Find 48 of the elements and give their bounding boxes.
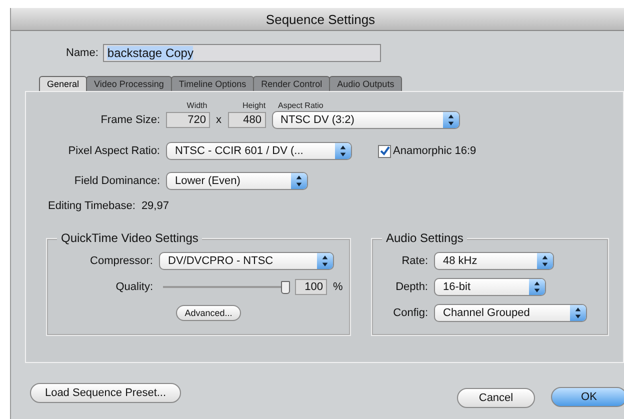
name-label: Name:: [66, 47, 98, 59]
group-title: QuickTime Video Settings: [57, 231, 202, 245]
audio-setting-popup[interactable]: 16-bit: [434, 278, 546, 296]
load-preset-button[interactable]: Load Sequence Preset...: [30, 383, 181, 403]
stepper-icon: [570, 305, 586, 321]
tab[interactable]: Audio Outputs: [329, 76, 402, 91]
tab[interactable]: Timeline Options: [170, 76, 254, 91]
times-sign: x: [216, 114, 222, 126]
frame-size-label: Frame Size:: [100, 114, 160, 126]
anamorphic-checkbox[interactable]: [378, 144, 391, 158]
audio-setting-label: Rate:: [400, 255, 428, 267]
field-dominance-popup[interactable]: Lower (Even): [166, 172, 308, 190]
height-field[interactable]: 480: [228, 112, 266, 128]
width-caption: Width: [186, 101, 208, 110]
window-title: Sequence Settings: [11, 8, 624, 31]
cancel-button[interactable]: Cancel: [457, 388, 535, 408]
audio-setting-label: Config:: [392, 307, 428, 319]
ok-button[interactable]: OK: [551, 387, 624, 407]
percent-sign: %: [333, 281, 343, 293]
stepper-icon: [537, 253, 553, 269]
width-field[interactable]: 720: [166, 112, 210, 128]
tab[interactable]: General: [39, 76, 88, 91]
advanced-button[interactable]: Advanced...: [176, 305, 242, 321]
audio-setting-popup[interactable]: 48 kHz: [434, 252, 554, 270]
anamorphic-label: Anamorphic 16:9: [393, 145, 476, 157]
quality-field[interactable]: 100: [295, 279, 327, 295]
height-caption: Height: [241, 101, 267, 110]
pixel-aspect-popup[interactable]: NTSC - CCIR 601 / DV (...: [166, 142, 352, 160]
compressor-label: Compressor:: [89, 255, 153, 267]
quality-label: Quality:: [114, 281, 153, 293]
pixel-aspect-label: Pixel Aspect Ratio:: [67, 145, 160, 157]
audio-setting-popup[interactable]: Channel Grouped: [434, 304, 587, 322]
stepper-icon: [529, 279, 545, 295]
tab[interactable]: Render Control: [253, 76, 330, 91]
group-title: Audio Settings: [382, 231, 468, 245]
stepper-icon: [317, 253, 333, 269]
stepper-icon: [442, 112, 458, 128]
compressor-popup[interactable]: DV/DVCPRO - NTSC: [159, 252, 334, 270]
field-dominance-label: Field Dominance:: [73, 175, 160, 187]
editing-timebase-label: Editing Timebase:: [47, 200, 136, 212]
audio-setting-label: Depth:: [394, 281, 428, 293]
aspect-caption: Aspect Ratio: [278, 101, 324, 110]
name-field[interactable]: backstage Copy: [103, 44, 382, 62]
stepper-icon: [291, 173, 307, 189]
editing-timebase-value: 29,97: [141, 200, 169, 212]
aspect-ratio-popup[interactable]: NTSC DV (3:2): [272, 111, 460, 129]
tab[interactable]: Video Processing: [86, 76, 172, 91]
stepper-icon: [335, 143, 351, 159]
